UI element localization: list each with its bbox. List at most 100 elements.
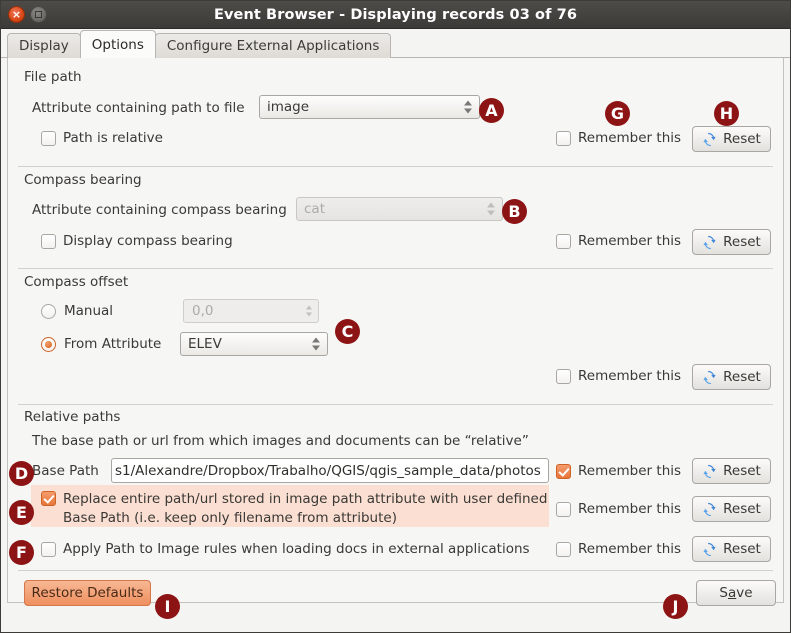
- title-bar: × Event Browser - Displaying records 03 …: [1, 1, 790, 29]
- relative-paths-description: The base path or url from which images a…: [32, 433, 529, 449]
- compass-offset-from-attribute-radio[interactable]: From Attribute: [41, 336, 161, 352]
- compass-offset-manual-radio[interactable]: Manual: [41, 303, 113, 319]
- save-button[interactable]: Save: [696, 580, 776, 606]
- refresh-icon: [702, 464, 717, 479]
- badge-f: F: [9, 540, 34, 565]
- checkbox-icon: [556, 502, 571, 517]
- replace-path-label-line1: Replace entire path/url stored in image …: [63, 490, 547, 509]
- base-path-label: Base Path: [32, 463, 99, 479]
- compass-offset-manual-spinbox[interactable]: 0,0: [183, 299, 319, 323]
- relative-paths-group-title: Relative paths: [24, 409, 120, 425]
- checkbox-icon: [556, 464, 571, 479]
- compass-offset-remember-label: Remember this: [578, 368, 681, 384]
- base-path-input[interactable]: s1/Alexandre/Dropbox/Trabalho/QGIS/qgis_…: [111, 458, 549, 483]
- checkbox-icon: [41, 234, 56, 249]
- file-path-remember-label: Remember this: [578, 130, 681, 146]
- chevron-updown-icon: [312, 338, 320, 351]
- base-path-reset-button[interactable]: Reset: [692, 458, 771, 484]
- refresh-icon: [702, 502, 717, 517]
- file-path-attribute-combo[interactable]: image: [259, 95, 480, 119]
- path-is-relative-label: Path is relative: [63, 130, 163, 146]
- checkbox-icon: [41, 491, 56, 506]
- event-browser-window: × Event Browser - Displaying records 03 …: [0, 0, 791, 633]
- window-buttons: ×: [1, 6, 47, 23]
- compass-bearing-remember-label: Remember this: [578, 233, 681, 249]
- checkbox-icon: [41, 542, 56, 557]
- apply-path-rules-checkbox[interactable]: Apply Path to Image rules when loading d…: [41, 541, 530, 557]
- badge-a: A: [479, 98, 504, 123]
- compass-offset-remember-checkbox[interactable]: Remember this: [556, 368, 681, 384]
- divider: [18, 166, 773, 167]
- base-path-reset-label: Reset: [723, 463, 761, 479]
- file-path-attribute-value: image: [267, 99, 309, 115]
- badge-d: D: [9, 461, 34, 486]
- compass-offset-reset-button[interactable]: Reset: [692, 364, 771, 390]
- divider: [18, 268, 773, 269]
- base-path-value: s1/Alexandre/Dropbox/Trabalho/QGIS/qgis_…: [115, 463, 541, 479]
- apply-path-reset-label: Reset: [723, 541, 761, 557]
- refresh-icon: [702, 542, 717, 557]
- checkbox-icon: [41, 131, 56, 146]
- replace-path-checkbox[interactable]: Replace entire path/url stored in image …: [41, 490, 547, 528]
- compass-offset-manual-label: Manual: [64, 303, 113, 319]
- replace-path-label-line2: Base Path (i.e. keep only filename from …: [63, 509, 547, 528]
- file-path-group-title: File path: [24, 69, 82, 85]
- badge-h: H: [714, 101, 739, 126]
- chevron-updown-icon: [487, 203, 495, 216]
- checkbox-icon: [556, 542, 571, 557]
- refresh-icon: [702, 235, 717, 250]
- apply-path-reset-button[interactable]: Reset: [692, 536, 771, 562]
- path-is-relative-checkbox[interactable]: Path is relative: [41, 130, 163, 146]
- replace-path-reset-button[interactable]: Reset: [692, 496, 771, 522]
- compass-bearing-attribute-label: Attribute containing compass bearing: [32, 202, 287, 218]
- radio-icon: [41, 304, 56, 319]
- apply-path-remember-checkbox[interactable]: Remember this: [556, 541, 681, 557]
- replace-path-reset-label: Reset: [723, 501, 761, 517]
- compass-offset-attribute-value: ELEV: [188, 336, 222, 352]
- radio-icon: [41, 337, 56, 352]
- badge-e: E: [9, 500, 34, 525]
- replace-path-remember-checkbox[interactable]: Remember this: [556, 501, 681, 517]
- checkbox-icon: [556, 234, 571, 249]
- compass-offset-group-title: Compass offset: [24, 274, 128, 290]
- divider: [18, 404, 773, 405]
- chevron-updown-icon: [306, 306, 312, 317]
- compass-bearing-remember-checkbox[interactable]: Remember this: [556, 233, 681, 249]
- badge-g: G: [605, 101, 630, 126]
- display-compass-bearing-checkbox[interactable]: Display compass bearing: [41, 233, 233, 249]
- compass-offset-manual-value: 0,0: [192, 303, 213, 319]
- options-panel: File path Attribute containing path to f…: [7, 58, 784, 603]
- badge-i: I: [155, 594, 180, 619]
- refresh-icon: [702, 132, 717, 147]
- divider: [18, 570, 773, 571]
- apply-path-rules-label: Apply Path to Image rules when loading d…: [63, 541, 530, 557]
- compass-bearing-attribute-combo[interactable]: cat: [296, 197, 503, 221]
- tab-bar: Display Options Configure External Appli…: [1, 29, 790, 58]
- tab-display[interactable]: Display: [7, 33, 81, 58]
- save-label: Save: [719, 585, 752, 601]
- compass-offset-attribute-combo[interactable]: ELEV: [180, 332, 328, 356]
- compass-bearing-reset-button[interactable]: Reset: [692, 229, 771, 255]
- file-path-remember-checkbox[interactable]: Remember this: [556, 130, 681, 146]
- checkbox-icon: [556, 131, 571, 146]
- compass-offset-reset-label: Reset: [723, 369, 761, 385]
- apply-path-remember-label: Remember this: [578, 541, 681, 557]
- file-path-reset-label: Reset: [723, 131, 761, 147]
- replace-path-remember-label: Remember this: [578, 501, 681, 517]
- base-path-remember-label: Remember this: [578, 463, 681, 479]
- close-icon[interactable]: ×: [8, 6, 25, 23]
- tab-options[interactable]: Options: [80, 30, 156, 58]
- tab-configure-external-applications[interactable]: Configure External Applications: [155, 33, 392, 58]
- window-title: Event Browser - Displaying records 03 of…: [1, 7, 790, 23]
- file-path-reset-button[interactable]: Reset: [692, 126, 771, 152]
- compass-bearing-group-title: Compass bearing: [24, 172, 142, 188]
- maximize-icon[interactable]: [30, 6, 47, 23]
- checkbox-icon: [556, 369, 571, 384]
- compass-bearing-reset-label: Reset: [723, 234, 761, 250]
- chevron-updown-icon: [464, 101, 472, 114]
- file-path-attribute-label: Attribute containing path to file: [32, 100, 245, 116]
- badge-c: C: [335, 319, 360, 344]
- restore-defaults-button[interactable]: Restore Defaults: [24, 580, 151, 606]
- base-path-remember-checkbox[interactable]: Remember this: [556, 463, 681, 479]
- restore-defaults-label: Restore Defaults: [32, 585, 144, 601]
